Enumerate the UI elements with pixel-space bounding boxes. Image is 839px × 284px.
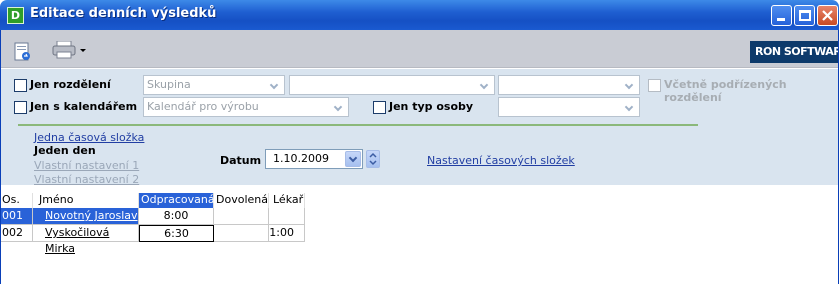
app-icon: D	[7, 7, 24, 24]
cell-jmeno[interactable]: Novotný Jaroslav	[33, 208, 139, 225]
cell-lekar[interactable]	[269, 208, 305, 225]
title-bar[interactable]: D Editace denních výsledků	[0, 0, 839, 30]
close-icon	[822, 10, 833, 21]
chevron-down-icon	[622, 99, 638, 115]
cell-odpracovana[interactable]: 6:30	[139, 225, 214, 242]
view-jedna-casova-slozka[interactable]: Jedna časová složka	[34, 131, 144, 144]
minimize-icon	[777, 18, 785, 21]
printer-icon[interactable]	[52, 41, 76, 59]
jen-s-kalendarem-label: Jen s kalendářem	[30, 100, 138, 113]
nastaveni-casovych-slozek-link[interactable]: Nastavení časových složek	[427, 154, 575, 167]
datum-label: Datum	[220, 154, 262, 167]
jen-rozdeleni-checkbox[interactable]	[14, 79, 27, 92]
vcetne-podrizenych-label: Včetně podřízených rozdělení	[664, 78, 787, 104]
datum-date-picker[interactable]: 1.10.2009	[265, 149, 363, 169]
cell-os-c[interactable]: 001	[0, 208, 33, 225]
document-edit-icon[interactable]	[14, 42, 32, 62]
column-header-lekar[interactable]: Lékař	[269, 193, 305, 208]
kalendar-select[interactable]: Kalendář pro výrobu	[143, 97, 349, 117]
chevron-down-icon	[622, 77, 638, 93]
date-spinner[interactable]	[366, 150, 380, 168]
column-header-dovolena[interactable]: Dovolená	[214, 193, 269, 208]
cell-dovolena[interactable]	[214, 208, 269, 225]
window-title: Editace denních výsledků	[30, 6, 217, 21]
spinner-arrows-icon	[369, 152, 377, 166]
column-header-os-c[interactable]: Os. č.	[0, 193, 33, 220]
close-button[interactable]	[817, 5, 838, 26]
chevron-down-icon	[345, 151, 361, 167]
minimize-button[interactable]	[771, 5, 792, 26]
jen-typ-osoby-checkbox[interactable]	[373, 101, 386, 114]
typ-osoby-select[interactable]	[498, 97, 640, 117]
view-vlastni-nastaveni-1[interactable]: Vlastní nastavení 1	[34, 159, 139, 172]
skupina-select[interactable]: Skupina	[143, 75, 285, 95]
column-header-jmeno[interactable]: Jméno	[33, 193, 139, 208]
rozdeleni-select[interactable]	[289, 75, 495, 95]
print-dropdown-chevron-icon[interactable]	[80, 49, 86, 52]
ron-software-logo: RON SOFTWARE	[750, 41, 839, 63]
chevron-down-icon	[477, 77, 493, 93]
column-header-odpracovana[interactable]: Odpracovaná	[139, 193, 215, 208]
divider	[18, 124, 698, 126]
view-jeden-den[interactable]: Jeden den	[34, 144, 96, 157]
chevron-down-icon	[267, 77, 283, 93]
cell-os-c[interactable]: 002	[0, 225, 33, 242]
window-border-left	[0, 30, 1, 284]
toolbar	[0, 30, 839, 68]
cell-dovolena[interactable]	[214, 225, 269, 242]
maximize-button[interactable]	[794, 5, 815, 26]
view-vlastni-nastaveni-2[interactable]: Vlastní nastavení 2	[34, 173, 139, 186]
chevron-down-icon	[331, 99, 347, 115]
vcetne-podrizenych-checkbox[interactable]	[648, 79, 661, 92]
jen-typ-osoby-label: Jen typ osoby	[389, 100, 474, 113]
rozdeleni-select-2[interactable]	[498, 75, 640, 95]
jen-rozdeleni-label: Jen rozdělení	[30, 78, 111, 91]
cell-jmeno[interactable]: Vyskočilová Mirka	[33, 225, 139, 255]
filter-panel: Jen rozdělení Skupina Včetně podřízených…	[0, 69, 839, 186]
cell-lekar[interactable]: 1:00	[269, 225, 305, 242]
jen-s-kalendarem-checkbox[interactable]	[14, 101, 27, 114]
cell-odpracovana[interactable]: 8:00	[139, 208, 214, 225]
maximize-icon	[799, 10, 811, 21]
